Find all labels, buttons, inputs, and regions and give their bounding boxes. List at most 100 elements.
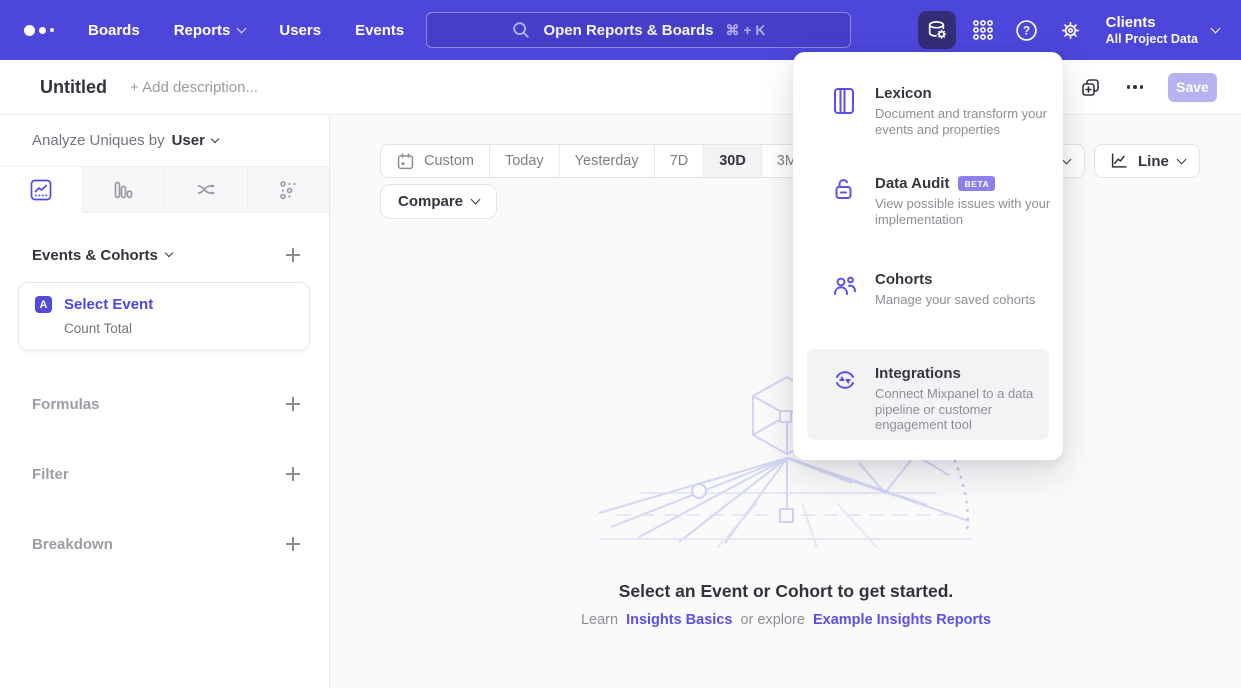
save-button[interactable]: Save bbox=[1168, 73, 1217, 102]
formulas-label: Formulas bbox=[32, 396, 100, 413]
nav-item-label: Events bbox=[355, 22, 404, 39]
range-label: Yesterday bbox=[575, 153, 639, 169]
chart-type-dropdown[interactable]: Line bbox=[1094, 144, 1200, 178]
formulas-section: Formulas bbox=[32, 389, 301, 419]
range-today[interactable]: Today bbox=[490, 145, 560, 177]
chevron-down-icon bbox=[471, 195, 481, 205]
bar-chart-icon bbox=[112, 179, 134, 201]
chevron-down-icon bbox=[237, 23, 247, 33]
global-search-input[interactable]: Open Reports & Boards ⌘ + K bbox=[426, 12, 851, 48]
question-icon: ? bbox=[1015, 19, 1038, 42]
chart-type-label: Line bbox=[1138, 153, 1169, 170]
query-sidebar: Analyze Uniques by User bbox=[0, 115, 330, 688]
settings-button[interactable] bbox=[1054, 13, 1088, 47]
range-30d[interactable]: 30D bbox=[704, 145, 762, 177]
analyze-entity-value: User bbox=[172, 132, 205, 149]
chevron-down-icon bbox=[211, 134, 219, 142]
menu-item-integrations[interactable]: Integrations Connect Mixpanel to a data … bbox=[807, 365, 1049, 433]
menu-item-lexicon[interactable]: Lexicon Document and transform your even… bbox=[793, 85, 1063, 137]
beta-badge: BETA bbox=[958, 176, 995, 191]
event-card[interactable]: A Select Event Count Total bbox=[18, 282, 310, 351]
compare-button[interactable]: Compare bbox=[380, 184, 497, 219]
events-cohorts-label: Events & Cohorts bbox=[32, 247, 158, 264]
top-nav: Boards Reports Users Events Open Reports… bbox=[0, 0, 1241, 60]
menu-item-description: Connect Mixpanel to a data pipeline or c… bbox=[875, 386, 1049, 433]
range-label: 7D bbox=[670, 153, 689, 169]
nav-item-label: Reports bbox=[174, 22, 231, 39]
events-cohorts-header: Events & Cohorts bbox=[32, 242, 301, 268]
breakdown-section: Breakdown bbox=[32, 529, 301, 559]
chart-type-tabs bbox=[0, 166, 329, 213]
lock-icon bbox=[832, 177, 856, 203]
flow-icon bbox=[195, 179, 217, 201]
add-filter-button[interactable] bbox=[285, 466, 301, 482]
analyze-row: Analyze Uniques by User bbox=[0, 115, 329, 166]
report-title[interactable]: Untitled bbox=[40, 77, 107, 98]
select-event-button[interactable]: Select Event bbox=[64, 296, 153, 313]
range-7d[interactable]: 7D bbox=[655, 145, 705, 177]
tab-line-chart[interactable] bbox=[0, 167, 83, 213]
learn-prefix: Learn bbox=[581, 612, 618, 628]
duplicate-button[interactable] bbox=[1078, 75, 1102, 99]
add-formula-button[interactable] bbox=[285, 396, 301, 412]
project-switcher[interactable]: Clients All Project Data bbox=[1106, 14, 1219, 47]
menu-item-title: Integrations bbox=[875, 365, 961, 382]
insights-basics-link[interactable]: Insights Basics bbox=[626, 612, 732, 628]
menu-item-description: Document and transform your events and p… bbox=[875, 106, 1061, 137]
empty-state-title: Select an Event or Cohort to get started… bbox=[331, 581, 1241, 602]
nav-item-users[interactable]: Users bbox=[279, 22, 321, 39]
compare-label: Compare bbox=[398, 193, 463, 210]
report-canvas: Custom Today Yesterday 7D 30D 3M 6M 12M … bbox=[331, 115, 1241, 688]
tab-flow-chart[interactable] bbox=[165, 167, 248, 213]
menu-item-cohorts[interactable]: Cohorts Manage your saved cohorts bbox=[793, 271, 1063, 308]
grid-icon bbox=[971, 18, 995, 42]
project-data-scope: All Project Data bbox=[1106, 32, 1198, 47]
range-custom[interactable]: Custom bbox=[381, 145, 490, 177]
line-chart-icon bbox=[1109, 151, 1129, 171]
filter-label: Filter bbox=[32, 466, 69, 483]
menu-item-data-audit[interactable]: Data Audit BETA View possible issues wit… bbox=[793, 175, 1063, 227]
menu-item-title: Lexicon bbox=[875, 85, 932, 102]
search-placeholder: Open Reports & Boards bbox=[543, 22, 713, 39]
nav-item-events[interactable]: Events bbox=[355, 22, 404, 39]
data-management-button[interactable] bbox=[918, 11, 956, 49]
nav-item-label: Users bbox=[279, 22, 321, 39]
range-yesterday[interactable]: Yesterday bbox=[560, 145, 655, 177]
event-aggregation-dropdown[interactable]: Count Total bbox=[64, 321, 293, 336]
add-breakdown-button[interactable] bbox=[285, 536, 301, 552]
chevron-down-icon bbox=[1176, 154, 1186, 164]
menu-item-title: Cohorts bbox=[875, 271, 933, 288]
analyze-entity-dropdown[interactable]: User bbox=[172, 132, 218, 149]
nav-item-label: Boards bbox=[88, 22, 140, 39]
menu-item-integrations-highlight[interactable]: Integrations Connect Mixpanel to a data … bbox=[807, 349, 1049, 440]
events-cohorts-toggle[interactable]: Events & Cohorts bbox=[32, 247, 172, 264]
menu-item-description: View possible issues with your implement… bbox=[875, 196, 1061, 227]
nav-item-reports[interactable]: Reports bbox=[174, 22, 246, 39]
filter-section: Filter bbox=[32, 459, 301, 489]
help-button[interactable]: ? bbox=[1010, 13, 1044, 47]
gear-icon bbox=[1059, 19, 1082, 42]
range-label: Custom bbox=[424, 153, 474, 169]
nav-item-boards[interactable]: Boards bbox=[88, 22, 140, 39]
search-shortcut: ⌘ + K bbox=[725, 22, 765, 39]
add-event-button[interactable] bbox=[285, 247, 301, 263]
menu-item-description: Manage your saved cohorts bbox=[875, 292, 1061, 308]
tab-metrics[interactable] bbox=[248, 167, 330, 213]
menu-item-title: Data Audit bbox=[875, 175, 949, 192]
mixpanel-logo[interactable] bbox=[24, 25, 54, 36]
range-label: Today bbox=[505, 153, 544, 169]
cohorts-people-icon bbox=[832, 273, 858, 299]
add-description-field[interactable]: + Add description... bbox=[130, 79, 258, 96]
example-reports-link[interactable]: Example Insights Reports bbox=[813, 612, 991, 628]
more-actions-button[interactable] bbox=[1124, 76, 1146, 98]
empty-state-subtitle: Learn Insights Basics or explore Example… bbox=[331, 612, 1241, 628]
project-name: Clients bbox=[1106, 14, 1198, 32]
metrics-dots-icon bbox=[277, 179, 299, 201]
range-label: 30D bbox=[719, 153, 746, 169]
svg-text:?: ? bbox=[1023, 25, 1030, 37]
analyze-label: Analyze Uniques by bbox=[32, 132, 165, 149]
integrations-sync-icon bbox=[832, 367, 858, 393]
tab-bar-chart[interactable] bbox=[83, 167, 166, 213]
chevron-down-icon bbox=[1211, 23, 1221, 33]
apps-grid-button[interactable] bbox=[966, 13, 1000, 47]
